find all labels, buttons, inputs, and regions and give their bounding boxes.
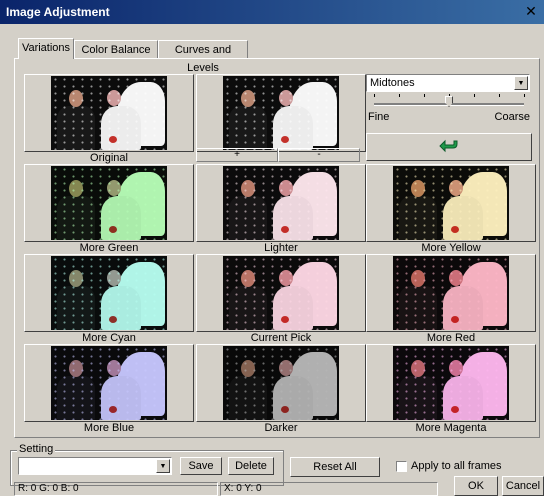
thumbnail-frame[interactable] — [366, 344, 536, 422]
tab-color-balance[interactable]: Color Balance — [74, 40, 158, 58]
thumbnail-more-red[interactable]: More Red — [366, 254, 536, 344]
wedding-photo — [393, 346, 509, 420]
thumbnail-lighter[interactable]: Lighter — [196, 164, 366, 254]
thumbnail-frame[interactable] — [24, 164, 194, 242]
slider-max-label: Coarse — [494, 111, 530, 123]
thumbnail-more-magenta[interactable]: More Magenta — [366, 344, 536, 434]
chevron-down-icon[interactable]: ▼ — [514, 76, 528, 90]
slider-min-label: Fine — [368, 111, 390, 123]
thumbnail-frame[interactable] — [24, 254, 194, 332]
thumbnail-label: More Blue — [83, 422, 135, 434]
title-bar: Image Adjustment ✕ — [0, 0, 544, 24]
undo-arrow-icon — [439, 139, 458, 153]
setting-select[interactable]: ▼ — [18, 457, 172, 475]
wedding-photo — [223, 256, 339, 330]
chevron-down-icon[interactable]: ▼ — [156, 459, 170, 473]
thumbnail-frame[interactable] — [24, 344, 194, 422]
cancel-button[interactable]: Cancel — [502, 476, 544, 496]
thumbnail-label: Original — [90, 152, 128, 164]
minus-button[interactable]: - — [278, 148, 360, 162]
tab-variations[interactable]: Variations — [18, 38, 74, 59]
reset-variation-button[interactable] — [366, 133, 532, 161]
thumbnail-frame[interactable] — [24, 74, 194, 152]
thumbnail-label: More Cyan — [82, 332, 136, 344]
apply-all-label: Apply to all frames — [411, 460, 502, 472]
thumbnail-label: More Yellow — [421, 242, 481, 254]
wedding-photo — [223, 76, 339, 150]
thumbnail-frame[interactable] — [196, 254, 366, 332]
tone-range-select[interactable]: Midtones ▼ — [366, 74, 530, 92]
thumbnail-frame[interactable] — [196, 164, 366, 242]
setting-legend: Setting — [17, 443, 56, 455]
thumbnail-label: More Green — [79, 242, 139, 254]
thumbnail-more-blue[interactable]: More Blue — [24, 344, 194, 434]
window-title: Image Adjustment — [6, 5, 110, 19]
tab-curves-and-levels[interactable]: Curves and Levels — [158, 40, 248, 74]
apply-all-checkbox[interactable] — [396, 461, 407, 472]
thumbnail-more-cyan[interactable]: More Cyan — [24, 254, 194, 344]
save-button[interactable]: Save — [180, 457, 222, 475]
thumbnail-more-green[interactable]: More Green — [24, 164, 194, 254]
thumbnail-more-yellow[interactable]: More Yellow — [366, 164, 536, 254]
thumbnail-original[interactable]: Original — [24, 74, 194, 164]
wedding-photo — [51, 166, 167, 240]
thumbnail-label: Current Pick — [250, 332, 312, 344]
delete-button[interactable]: Delete — [228, 457, 274, 475]
fine-coarse-slider[interactable] — [372, 94, 528, 108]
thumbnail-label: More Red — [426, 332, 476, 344]
status-xy: X: 0 Y: 0 — [220, 482, 438, 496]
plus-button[interactable]: + — [196, 148, 278, 162]
wedding-photo — [51, 76, 167, 150]
ok-button[interactable]: OK — [454, 476, 498, 496]
thumbnail-label: Lighter — [264, 242, 298, 254]
wedding-photo — [393, 166, 509, 240]
tone-range-value: Midtones — [370, 77, 415, 89]
reset-all-button[interactable]: Reset All — [290, 457, 380, 477]
thumbnail-frame[interactable] — [366, 164, 536, 242]
thumbnail-label: More Magenta — [415, 422, 487, 434]
wedding-photo — [51, 256, 167, 330]
wedding-photo — [393, 256, 509, 330]
thumbnail-current-pick[interactable]: Current Pick — [196, 254, 366, 344]
wedding-photo — [223, 346, 339, 420]
status-rgb: R: 0 G: 0 B: 0 — [14, 482, 218, 496]
thumbnail-frame[interactable] — [196, 344, 366, 422]
thumbnail-label: Darker — [264, 422, 298, 434]
wedding-photo — [51, 346, 167, 420]
close-icon[interactable]: ✕ — [522, 3, 540, 19]
thumbnail-darker[interactable]: Darker — [196, 344, 366, 434]
thumbnail-frame[interactable] — [366, 254, 536, 332]
preview-adjust-buttons: + - — [196, 148, 360, 162]
thumbnail-frame[interactable] — [196, 74, 366, 152]
wedding-photo — [223, 166, 339, 240]
